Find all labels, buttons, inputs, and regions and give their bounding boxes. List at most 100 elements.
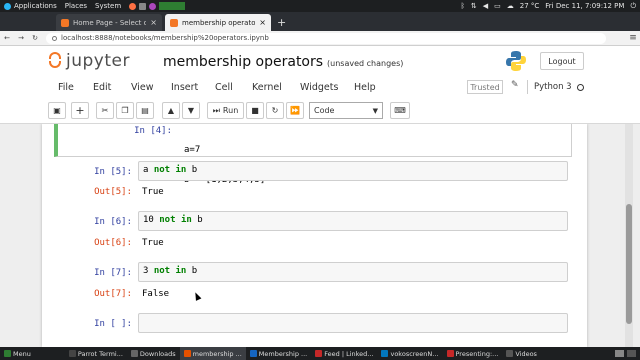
- close-tab-icon[interactable]: ×: [259, 18, 266, 27]
- move-down-button[interactable]: ▼: [182, 102, 200, 119]
- menu-insert[interactable]: Insert: [171, 82, 198, 93]
- taskbar-item-presenting[interactable]: Presenting:...: [443, 347, 503, 360]
- save-status: (unsaved changes): [327, 59, 404, 68]
- tab-membership-operators[interactable]: membership operators - ×: [165, 14, 271, 31]
- save-button[interactable]: ▣: [48, 102, 66, 119]
- arrow-up-icon: ▲: [167, 106, 175, 115]
- weather-icon: ☁: [506, 2, 514, 10]
- places-menu[interactable]: Places: [65, 2, 87, 10]
- browser-icon: [315, 350, 323, 357]
- jupyter-header: jupyter membership operators (unsaved cha…: [0, 46, 640, 76]
- notebook-page: In [4]: a=7 b = [1,2,3,4,5] In [5]: a no…: [42, 124, 587, 347]
- menu-file[interactable]: File: [58, 82, 74, 93]
- trusted-indicator[interactable]: Trusted: [467, 80, 503, 94]
- document-icon: [249, 350, 257, 357]
- back-icon[interactable]: ←: [0, 34, 14, 42]
- firefox-icon: [183, 350, 191, 357]
- keyboard-icon: ⌨: [394, 106, 406, 115]
- close-tab-icon[interactable]: ×: [150, 18, 157, 27]
- parrot-logo-icon: [4, 2, 11, 10]
- code-input[interactable]: a not in b: [138, 161, 568, 181]
- firefox-launcher-icon[interactable]: [129, 2, 137, 10]
- code-input[interactable]: 3 not in b: [138, 262, 568, 282]
- url-text: localhost:8888/notebooks/membership%20op…: [61, 34, 269, 42]
- out-prompt: Out[7]:: [94, 289, 132, 299]
- app-launcher-icon[interactable]: [149, 2, 157, 10]
- restart-button[interactable]: ↻: [266, 102, 284, 119]
- battery-icon: ▭: [494, 2, 501, 10]
- applications-menu[interactable]: Applications: [4, 2, 57, 10]
- taskbar-item-menu[interactable]: Menu: [0, 347, 35, 360]
- code-input[interactable]: a=7 b = [1,2,3,4,5]: [180, 124, 568, 185]
- terminal-launcher-icon[interactable]: [139, 2, 147, 10]
- code-input[interactable]: 10 not in b: [138, 211, 568, 231]
- os-top-panel: Applications Places System ᛒ ⇅ ◀ ▭ ☁ 27 …: [0, 0, 640, 12]
- jupyter-wordmark[interactable]: jupyter: [66, 51, 130, 71]
- reload-icon[interactable]: ↻: [28, 34, 42, 42]
- menu-edit[interactable]: Edit: [93, 82, 111, 93]
- jupyter-logo-icon[interactable]: [48, 51, 62, 69]
- arrow-down-icon: ▼: [187, 106, 195, 115]
- system-menu[interactable]: System: [95, 2, 121, 10]
- plus-icon: +: [75, 104, 85, 117]
- taskbar-item-videos[interactable]: Videos: [502, 347, 541, 360]
- scissors-icon: ✂: [101, 106, 109, 115]
- notebook-container[interactable]: In [4]: a=7 b = [1,2,3,4,5] In [5]: a no…: [0, 124, 640, 347]
- workspace-switcher[interactable]: [615, 350, 640, 357]
- copy-button[interactable]: ❐: [116, 102, 134, 119]
- os-taskbar: Menu Parrot Termi... Downloads membershi…: [0, 347, 640, 360]
- notebook-menu-bar: File Edit View Insert Cell Kernel Widget…: [0, 76, 640, 98]
- taskbar-item-vokoscreen[interactable]: vokoscreenN...: [377, 347, 442, 360]
- network-icon[interactable]: ⇅: [471, 2, 477, 10]
- menu-view[interactable]: View: [131, 82, 154, 93]
- kernel-idle-icon: [576, 83, 584, 91]
- folder-icon: [130, 350, 138, 357]
- datetime-label[interactable]: Fri Dec 11, 7:09:12 PM: [545, 2, 624, 10]
- menu-cell[interactable]: Cell: [215, 82, 233, 93]
- menu-kernel[interactable]: Kernel: [252, 82, 282, 93]
- interrupt-button[interactable]: ■: [246, 102, 264, 119]
- in-prompt: In [4]:: [134, 126, 172, 136]
- tab-home-page[interactable]: Home Page - Select or cr ×: [56, 14, 162, 31]
- kernel-indicator: Python 3: [527, 80, 587, 94]
- volume-icon[interactable]: ◀: [483, 2, 488, 10]
- in-prompt: In [ ]:: [94, 319, 132, 329]
- logout-button[interactable]: Logout: [540, 52, 584, 70]
- taskbar-item-membership-browser[interactable]: membership ...: [179, 347, 246, 360]
- notebook-toolbar: ▣ + ✂ ❐ ▤ ▲ ▼ ⏭ Run ■ ↻ ⏩ Code ▼ ⌨: [0, 98, 640, 124]
- menu-help[interactable]: Help: [354, 82, 376, 93]
- paste-button[interactable]: ▤: [136, 102, 154, 119]
- move-up-button[interactable]: ▲: [162, 102, 180, 119]
- taskbar-item-membership-doc[interactable]: Membership ...: [246, 347, 311, 360]
- new-tab-button[interactable]: +: [277, 16, 286, 29]
- insert-cell-button[interactable]: +: [71, 102, 89, 119]
- in-prompt: In [5]:: [94, 167, 132, 177]
- notebook-title[interactable]: membership operators (unsaved changes): [163, 54, 403, 70]
- empty-code-input[interactable]: [138, 313, 568, 333]
- chevron-down-icon: ▼: [372, 106, 378, 115]
- scrollbar-thumb[interactable]: [626, 204, 632, 324]
- cut-button[interactable]: ✂: [96, 102, 114, 119]
- taskbar-item-downloads[interactable]: Downloads: [127, 347, 180, 360]
- python-logo-icon: [506, 51, 526, 71]
- bluetooth-icon[interactable]: ᛒ: [461, 2, 465, 10]
- workspace-2-icon[interactable]: [627, 350, 636, 357]
- menu-widgets[interactable]: Widgets: [300, 82, 338, 93]
- forward-icon[interactable]: →: [14, 34, 28, 42]
- taskbar-item-linkedin[interactable]: Feed | Linked...: [311, 347, 377, 360]
- address-bar[interactable]: localhost:8888/notebooks/membership%20op…: [46, 32, 606, 44]
- paste-icon: ▤: [141, 106, 149, 115]
- command-palette-button[interactable]: ⌨: [390, 102, 410, 119]
- in-prompt: In [6]:: [94, 217, 132, 227]
- cell-type-select[interactable]: Code ▼: [309, 102, 383, 119]
- workspace-1-icon[interactable]: [615, 350, 624, 357]
- notebook-scrollbar[interactable]: [625, 124, 633, 347]
- power-icon[interactable]: ⏻: [630, 2, 636, 11]
- browser-menu-icon[interactable]: ≡: [626, 33, 640, 43]
- recorder-icon: [381, 350, 389, 357]
- run-button[interactable]: ⏭ Run: [207, 102, 244, 119]
- site-info-icon[interactable]: [52, 35, 57, 41]
- in-prompt: In [7]:: [94, 268, 132, 278]
- restart-run-all-button[interactable]: ⏩: [286, 102, 304, 119]
- taskbar-item-terminal[interactable]: Parrot Termi...: [65, 347, 127, 360]
